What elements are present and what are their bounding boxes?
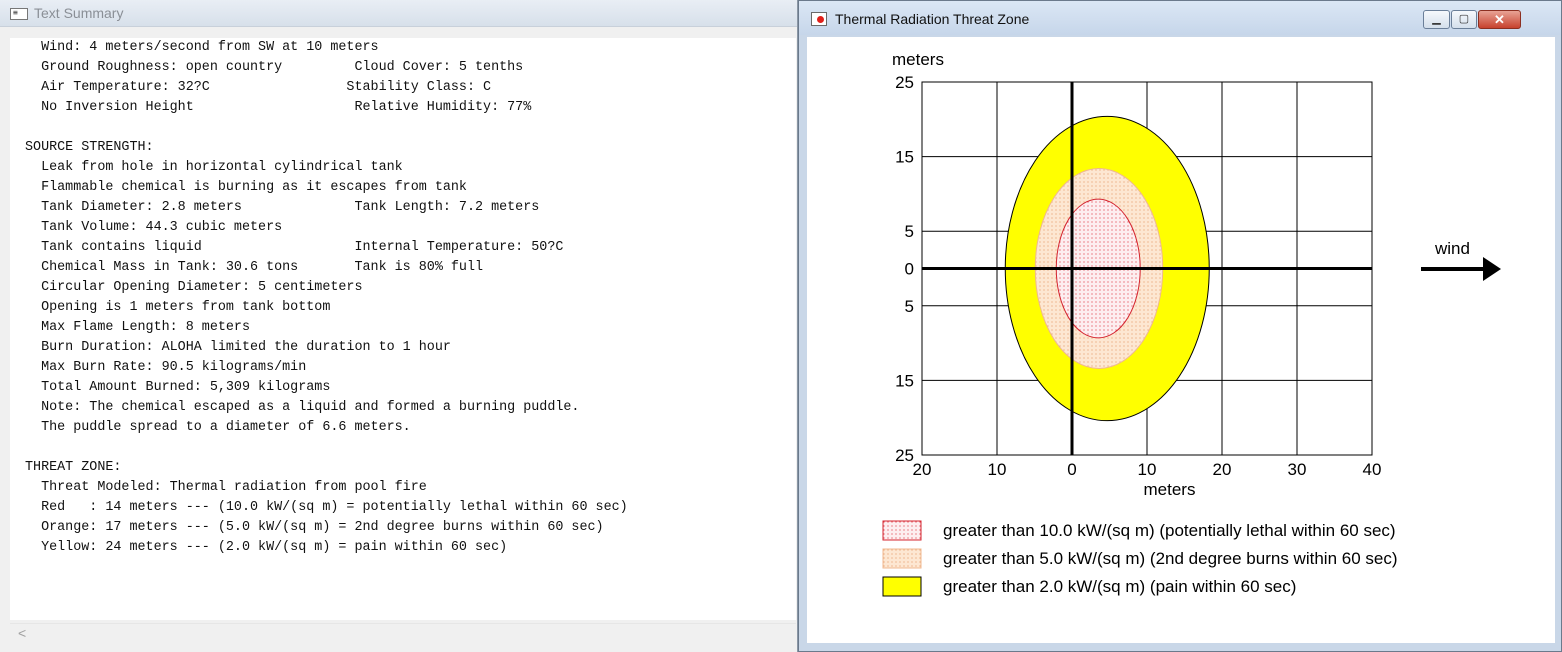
x-tick-label: 20 bbox=[913, 460, 932, 479]
summary-line: Yellow: 24 meters --- (2.0 kW/(sq m) = p… bbox=[25, 540, 508, 555]
wind-layer: wind bbox=[1421, 239, 1501, 281]
summary-line: Tank Diameter: 2.8 meters Tank Length: 7… bbox=[25, 200, 540, 215]
text-summary-titlebar[interactable]: ≡ Text Summary bbox=[0, 0, 797, 27]
summary-line: Threat Modeled: Thermal radiation from p… bbox=[25, 480, 427, 495]
minimize-button[interactable]: ▁ bbox=[1423, 10, 1450, 29]
summary-line: SOURCE STRENGTH: bbox=[25, 140, 154, 155]
x-tick-label: 0 bbox=[1067, 460, 1076, 479]
legend-swatch bbox=[882, 548, 922, 569]
threat-zone-plot: 20 10 0 10 20 30 40 25 15 5 0 5 15 25 meters meters gre… bbox=[807, 37, 1555, 643]
summary-line: No Inversion Height Relative Humidity: 7… bbox=[25, 100, 532, 115]
summary-line: Air Temperature: 32?C Stability Class: C bbox=[25, 80, 492, 95]
threat-zone-chart: 20 10 0 10 20 30 40 25 15 5 0 5 15 25 meters meters gre… bbox=[882, 50, 1501, 597]
y-tick-label: 25 bbox=[895, 73, 914, 92]
threat-zone-titlebar[interactable]: Thermal Radiation Threat Zone ▁ ▢ ✕ bbox=[799, 1, 1561, 35]
summary-line bbox=[25, 118, 796, 138]
summary-line: Leak from hole in horizontal cylindrical… bbox=[25, 160, 403, 175]
summary-line: Tank contains liquid Internal Temperatur… bbox=[25, 240, 564, 255]
summary-line: THREAT ZONE: bbox=[25, 460, 122, 475]
summary-line: Orange: 17 meters --- (5.0 kW/(sq m) = 2… bbox=[25, 520, 604, 535]
y-tick-label: 25 bbox=[895, 446, 914, 465]
summary-line: Red : 14 meters --- (10.0 kW/(sq m) = po… bbox=[25, 500, 628, 515]
summary-line: Max Flame Length: 8 meters bbox=[25, 320, 250, 335]
x-tick-label: 40 bbox=[1363, 460, 1382, 479]
x-tick-label: 10 bbox=[1138, 460, 1157, 479]
wind-label: wind bbox=[1434, 239, 1470, 258]
y-tick-label: 5 bbox=[905, 297, 914, 316]
legend-swatch bbox=[882, 576, 922, 597]
summary-line: Wind: 4 meters/second from SW at 10 mete… bbox=[25, 40, 379, 55]
text-window-icon: ≡ bbox=[10, 8, 28, 20]
legend-label: greater than 5.0 kW/(sq m) (2nd degree b… bbox=[943, 549, 1398, 568]
y-tick-label: 15 bbox=[895, 371, 914, 390]
summary-line bbox=[25, 438, 796, 458]
text-summary-window[interactable]: ≡ Text Summary Wind: 4 meters/second fro… bbox=[0, 0, 798, 652]
y-tick-label: 5 bbox=[905, 222, 914, 241]
summary-line: Burn Duration: ALOHA limited the duratio… bbox=[25, 340, 451, 355]
y-tick-label: 15 bbox=[895, 148, 914, 167]
window-title: Thermal Radiation Threat Zone bbox=[835, 11, 1030, 27]
summary-line: Flammable chemical is burning as it esca… bbox=[25, 180, 467, 195]
x-axis-title: meters bbox=[1144, 480, 1196, 499]
summary-line: Chemical Mass in Tank: 30.6 tons Tank is… bbox=[25, 260, 484, 275]
x-tick-label: 10 bbox=[988, 460, 1007, 479]
x-tick-label: 20 bbox=[1213, 460, 1232, 479]
maximize-button[interactable]: ▢ bbox=[1451, 10, 1477, 29]
chevron-left-icon[interactable]: < bbox=[18, 625, 26, 641]
chart-window-icon bbox=[811, 12, 827, 26]
summary-line: Tank Volume: 44.3 cubic meters bbox=[25, 220, 283, 235]
legend-swatch bbox=[882, 520, 922, 541]
summary-line: Max Burn Rate: 90.5 kilograms/min bbox=[25, 360, 307, 375]
summary-line: The puddle spread to a diameter of 6.6 m… bbox=[25, 420, 411, 435]
summary-line: Total Amount Burned: 5,309 kilograms bbox=[25, 380, 331, 395]
summary-line: Circular Opening Diameter: 5 centimeters bbox=[25, 280, 363, 295]
legend-label: greater than 10.0 kW/(sq m) (potentially… bbox=[943, 521, 1396, 540]
minimize-icon: ▁ bbox=[1432, 13, 1441, 25]
threat-zone-window[interactable]: Thermal Radiation Threat Zone ▁ ▢ ✕ 20 10… bbox=[798, 0, 1562, 652]
y-tick-label: 0 bbox=[905, 260, 914, 279]
summary-text: Wind: 4 meters/second from SW at 10 mete… bbox=[10, 38, 796, 558]
maximize-icon: ▢ bbox=[1458, 13, 1470, 25]
summary-line: Opening is 1 meters from tank bottom bbox=[25, 300, 331, 315]
y-axis-title: meters bbox=[892, 50, 944, 69]
text-summary-content[interactable]: Wind: 4 meters/second from SW at 10 mete… bbox=[10, 38, 796, 620]
close-icon: ✕ bbox=[1494, 12, 1505, 27]
x-tick-label: 30 bbox=[1288, 460, 1307, 479]
horizontal-scrollbar[interactable]: < bbox=[10, 623, 796, 644]
window-title: Text Summary bbox=[34, 5, 124, 21]
wind-arrow-icon bbox=[1483, 257, 1501, 281]
legend-label: greater than 2.0 kW/(sq m) (pain within … bbox=[943, 577, 1296, 596]
summary-line: Ground Roughness: open country Cloud Cov… bbox=[25, 60, 524, 75]
legend-layer: greater than 10.0 kW/(sq m) (potentially… bbox=[882, 520, 1398, 597]
summary-line: Note: The chemical escaped as a liquid a… bbox=[25, 400, 580, 415]
close-button[interactable]: ✕ bbox=[1478, 10, 1521, 29]
